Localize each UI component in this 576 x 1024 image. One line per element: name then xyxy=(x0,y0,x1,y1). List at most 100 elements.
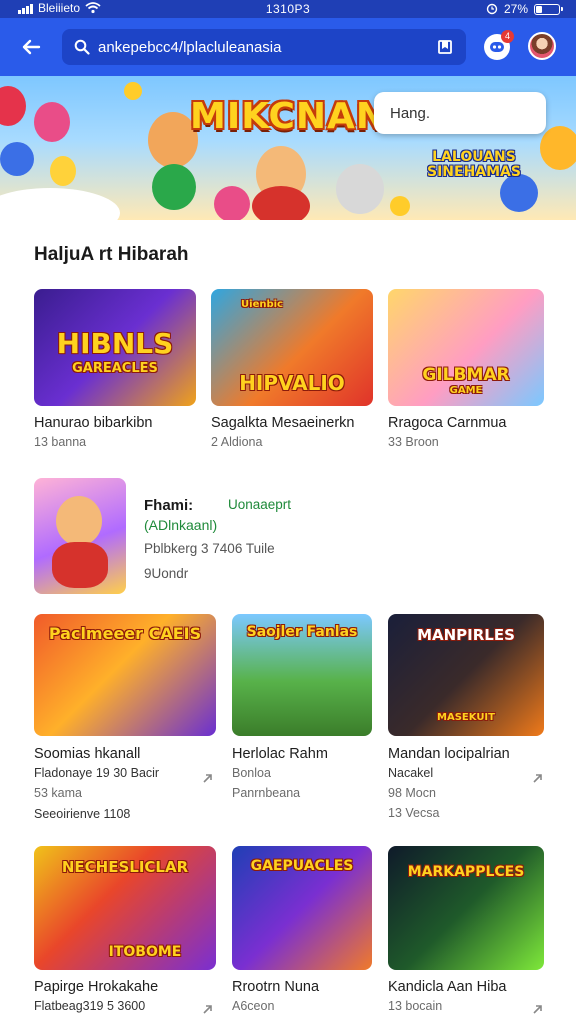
game-card[interactable]: GAEPUACLES Rrootrn Nuna A6ceon xyxy=(232,846,372,1016)
balloon-decoration xyxy=(0,86,26,126)
coin-decoration xyxy=(390,196,410,216)
thumbnail-art-title: HIBNLS xyxy=(56,327,174,360)
thumbnail-art-subtitle: ITOBOME xyxy=(108,944,182,960)
status-bar: Bleiiieto 1310P3 27% xyxy=(0,0,576,18)
share-arrow-icon[interactable] xyxy=(532,1003,544,1015)
hero-banner[interactable]: MIKCNANH LALOUANS SINEHAMAS Hang. xyxy=(0,76,576,220)
balloon-decoration xyxy=(540,126,576,170)
hero-popup[interactable]: Hang. xyxy=(374,92,546,134)
game-title[interactable]: Herlolac Rahm xyxy=(232,746,328,762)
thumbnail-art-title: GAEPUACLES xyxy=(250,858,354,874)
game-meta: Nacakel xyxy=(388,766,434,780)
thumbnail-art-title: MARKAPPLCES xyxy=(407,864,525,880)
thumbnail-art-subtitle: GAREACLES xyxy=(72,361,158,376)
game-meta: 2 Aldiona xyxy=(211,435,263,449)
game-thumbnail[interactable]: Saojler Fanlas xyxy=(232,614,372,736)
game-meta: Seeoirienve 1108 xyxy=(34,807,131,821)
game-title[interactable]: Kandicla Aan Hiba xyxy=(388,979,507,995)
featured-developer[interactable]: (ADlnkaanl) xyxy=(144,517,217,533)
balloon-decoration xyxy=(34,102,70,142)
hero-subtitle: LALOUANS SINEHAMAS xyxy=(427,149,521,180)
character-decoration xyxy=(52,542,108,588)
avatar[interactable] xyxy=(528,32,556,60)
featured-name[interactable]: Fhami: xyxy=(144,497,193,514)
search-bar[interactable] xyxy=(62,29,466,65)
game-meta: 98 Mocn xyxy=(388,786,436,800)
thumbnail-art-title: MANPIRLES xyxy=(417,626,515,644)
battery-icon xyxy=(534,3,563,15)
featured-rating: 9Uondr xyxy=(144,566,189,581)
game-card[interactable]: HIBNLS GAREACLES Hanurao bibarkibn 13 ba… xyxy=(34,289,196,459)
featured-thumbnail[interactable] xyxy=(34,478,126,594)
game-thumbnail[interactable]: HIBNLS GAREACLES xyxy=(34,289,196,406)
thumbnail-art-title: Paclmeeer CAEIS xyxy=(48,624,202,643)
thumbnail-art-subtitle: Uienbic xyxy=(241,299,283,310)
battery-fill xyxy=(536,5,543,13)
game-title[interactable]: Hanurao bibarkibn xyxy=(34,415,153,431)
game-title[interactable]: Mandan locipalrian xyxy=(388,746,510,762)
game-title[interactable]: Rrootrn Nuna xyxy=(232,979,319,995)
thumbnail-art-title: Saojler Fanlas xyxy=(246,624,358,640)
back-arrow-icon xyxy=(22,39,41,55)
game-meta: 53 kama xyxy=(34,786,82,800)
game-card[interactable]: MANPIRLES MASEKUIT Mandan locipalrian Na… xyxy=(388,614,544,828)
thumbnail-art-title: NECHESLICLAR xyxy=(61,858,189,876)
game-thumbnail[interactable]: Paclmeeer CAEIS xyxy=(34,614,216,736)
notification-badge: 4 xyxy=(501,30,514,43)
thumbnail-art-subtitle: GAME xyxy=(449,385,483,396)
game-title[interactable]: Sagalkta Mesaeinerkn xyxy=(211,415,354,431)
game-meta: 13 banna xyxy=(34,435,87,449)
game-thumbnail[interactable]: GILBMAR GAME xyxy=(388,289,544,406)
search-icon[interactable] xyxy=(72,37,92,57)
alarm-icon xyxy=(486,3,498,15)
thumbnail-art-title: GILBMAR xyxy=(422,365,510,385)
game-title[interactable]: Soomias hkanall xyxy=(34,746,140,762)
featured-info: Pblbkerg 3 7406 Tuile xyxy=(144,541,275,556)
game-thumbnail[interactable]: MARKAPPLCES xyxy=(388,846,544,970)
game-card[interactable]: Paclmeeer CAEIS Soomias hkanall Fladonay… xyxy=(34,614,216,828)
section-title: HaljuA rt Hibarah xyxy=(34,244,189,265)
character-decoration xyxy=(152,164,196,210)
game-meta: Panrnbeana xyxy=(232,786,301,800)
ball-decoration xyxy=(214,186,250,220)
game-meta: 13 Vecsa xyxy=(388,806,440,820)
thumbnail-art-title: HIPVALIO xyxy=(239,371,345,395)
bookmark-icon[interactable] xyxy=(434,36,456,58)
search-input[interactable] xyxy=(92,38,434,56)
balloon-decoration xyxy=(50,156,76,186)
share-arrow-icon[interactable] xyxy=(202,1003,214,1015)
balloon-decoration xyxy=(0,142,34,176)
game-card[interactable]: NECHESLICLAR ITOBOME Papirge Hrokakahe F… xyxy=(34,846,216,1016)
game-title[interactable]: Rragoca Carnmua xyxy=(388,415,506,431)
game-meta: Flatbeag319 5 3600 xyxy=(34,999,146,1013)
game-card[interactable]: Saojler Fanlas Herlolac Rahm Bonloa Panr… xyxy=(232,614,372,828)
thumbnail-art-subtitle: MASEKUIT xyxy=(437,712,495,723)
coin-decoration xyxy=(124,82,142,100)
game-meta: A6ceon xyxy=(232,999,275,1013)
game-thumbnail[interactable]: GAEPUACLES xyxy=(232,846,372,970)
share-arrow-icon[interactable] xyxy=(202,772,214,784)
featured-badge: Uonaaeprt xyxy=(228,497,292,512)
game-thumbnail[interactable]: NECHESLICLAR ITOBOME xyxy=(34,846,216,970)
game-card[interactable]: GILBMAR GAME Rragoca Carnmua 33 Broon xyxy=(388,289,544,459)
game-thumbnail[interactable]: Uienbic HIPVALIO xyxy=(211,289,373,406)
character-decoration xyxy=(252,186,310,220)
notification-button[interactable]: 4 xyxy=(484,30,514,60)
game-title[interactable]: Papirge Hrokakahe xyxy=(34,979,158,995)
game-meta: 33 Broon xyxy=(388,435,439,449)
app-bar: 4 xyxy=(0,18,576,76)
notification-icon xyxy=(490,42,504,52)
character-decoration xyxy=(336,164,384,214)
game-meta: Fladonaye 19 30 Bacir xyxy=(34,766,160,780)
game-meta: Bonloa xyxy=(232,766,271,780)
game-card[interactable]: Uienbic HIPVALIO Sagalkta Mesaeinerkn 2 … xyxy=(211,289,373,459)
share-arrow-icon[interactable] xyxy=(532,772,544,784)
game-card[interactable]: MARKAPPLCES Kandicla Aan Hiba 13 bocain xyxy=(388,846,544,1016)
battery-percent: 27% xyxy=(503,2,528,16)
cloud-decoration xyxy=(0,188,120,220)
back-button[interactable] xyxy=(16,32,46,62)
game-meta: 13 bocain xyxy=(388,999,443,1013)
game-thumbnail[interactable]: MANPIRLES MASEKUIT xyxy=(388,614,544,736)
character-decoration xyxy=(56,496,102,546)
status-right: 27% xyxy=(486,2,563,16)
